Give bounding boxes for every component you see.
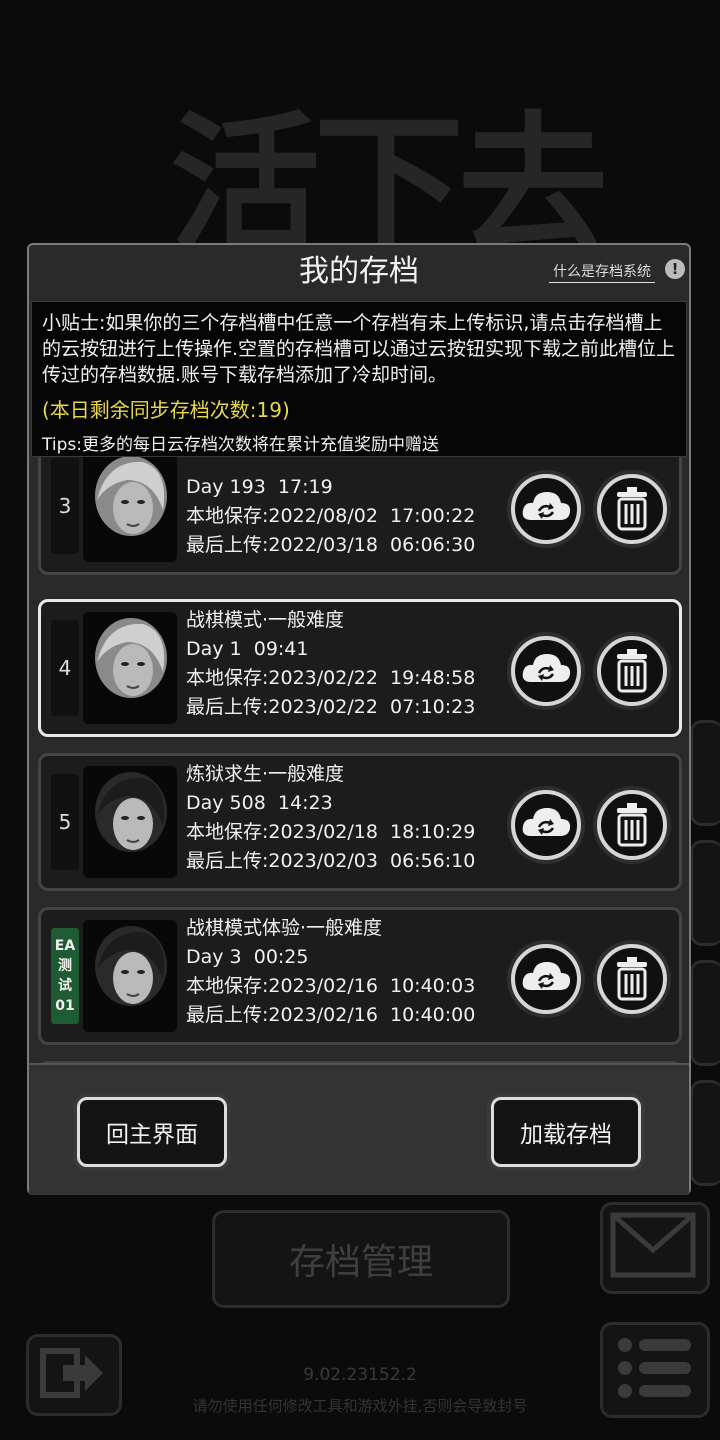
slot-last-upload: 最后上传:2023/02/22 07:10:23 [186, 696, 476, 718]
delete-button[interactable] [597, 944, 667, 1014]
help-link[interactable]: 什么是存档系统 [549, 261, 655, 283]
slot-mode: 战棋模式体验·一般难度 [186, 917, 383, 939]
slot-info: 战棋模式体验·一般难度 Day 3 00:25 本地保存:2023/02/16 10… [186, 914, 475, 1030]
game-title: 活下去 [170, 97, 608, 273]
slot-index: 5 [51, 774, 79, 870]
delete-button[interactable] [597, 474, 667, 544]
slot-local-save: 本地保存:2023/02/18 18:10:29 [186, 821, 476, 843]
load-save-button[interactable]: 加载存档 [491, 1097, 641, 1167]
slot-last-upload: 最后上传:2023/02/16 10:40:00 [186, 1004, 476, 1026]
side-button [690, 720, 720, 826]
tips-panel: 小贴士:如果你的三个存档槽中任意一个存档有未上传标识,请点击存档槽上的云按钮进行… [31, 301, 687, 457]
back-to-main-button[interactable]: 回主界面 [77, 1097, 227, 1167]
save-dialog: 我的存档 什么是存档系统 ! 小贴士:如果你的三个存档槽中任意一个存档有未上传标… [27, 243, 691, 1195]
character-portrait [83, 457, 177, 562]
mail-button [600, 1202, 710, 1294]
trash-icon [601, 957, 663, 1014]
cloud-sync-button[interactable] [511, 474, 581, 544]
trash-icon [601, 649, 663, 706]
trash-icon [601, 803, 663, 860]
slot-index: EA 测 试 01 [51, 928, 79, 1024]
slot-local-save: 本地保存:2023/02/22 19:48:58 [186, 667, 476, 689]
tips-more: Tips:更多的每日云存档次数将在累计充值奖励中赠送 [42, 435, 439, 455]
save-slot[interactable]: 5 炼狱求生·一般难度 Day 508 14:23 本地保存:2023/02/18 1… [38, 753, 682, 891]
slot-last-upload: 最后上传:2022/03/18 06:06:30 [186, 534, 476, 556]
character-portrait [83, 612, 177, 724]
side-button [690, 840, 720, 946]
slot-day: Day 193 17:19 [186, 476, 333, 498]
save-slot[interactable]: 3 Day 193 17:19 本地保存:2022/08/02 17:00:22 最后… [38, 457, 682, 575]
remaining-sync-count: (本日剩余同步存档次数:19) [42, 398, 290, 422]
side-button [690, 1080, 720, 1186]
mail-icon [610, 1212, 696, 1278]
dialog-footer: 回主界面 加载存档 [29, 1063, 689, 1195]
save-slot[interactable]: EA 测 试 01 战棋模式体验·一般难度 Day 3 00:25 本地保存:2023… [38, 907, 682, 1045]
save-manage-button: 存档管理 [212, 1210, 510, 1308]
slot-mode [186, 457, 475, 473]
cloud-sync-icon [515, 654, 577, 706]
slot-mode: 战棋模式·一般难度 [186, 609, 345, 631]
slot-day: Day 508 14:23 [186, 792, 333, 814]
delete-button[interactable] [597, 790, 667, 860]
tip-text: 小贴士:如果你的三个存档槽中任意一个存档有未上传标识,请点击存档槽上的云按钮进行… [42, 312, 676, 386]
cloud-sync-button[interactable] [511, 944, 581, 1014]
slot-index: 4 [51, 620, 79, 716]
trash-icon [601, 487, 663, 544]
slot-mode: 炼狱求生·一般难度 [186, 763, 345, 785]
side-button [690, 960, 720, 1066]
slot-local-save: 本地保存:2022/08/02 17:00:22 [186, 505, 476, 527]
save-slot[interactable]: 4 战棋模式·一般难度 Day 1 09:41 本地保存:2023/02/22 19:… [38, 599, 682, 737]
slot-day: Day 3 00:25 [186, 946, 309, 968]
character-portrait [83, 920, 177, 1032]
slot-last-upload: 最后上传:2023/02/03 06:56:10 [186, 850, 476, 872]
slot-info: Day 193 17:19 本地保存:2022/08/02 17:00:22 最后上… [186, 457, 475, 560]
cloud-sync-icon [515, 808, 577, 860]
delete-button[interactable] [597, 636, 667, 706]
cloud-sync-button[interactable] [511, 636, 581, 706]
save-slot-list[interactable]: 3 Day 193 17:19 本地保存:2022/08/02 17:00:22 最后… [35, 457, 685, 1063]
cloud-sync-button[interactable] [511, 790, 581, 860]
help-icon[interactable]: ! [665, 259, 685, 279]
slot-info: 战棋模式·一般难度 Day 1 09:41 本地保存:2023/02/22 19:4… [186, 606, 475, 722]
version-label: 9.02.23152.2 [303, 1365, 417, 1385]
cloud-sync-icon [515, 492, 577, 544]
anti-cheat-warning: 请勿使用任何修改工具和游戏外挂,否则会导致封号 [192, 1397, 528, 1415]
slot-local-save: 本地保存:2023/02/16 10:40:03 [186, 975, 476, 997]
slot-index: 3 [51, 458, 79, 554]
cloud-sync-icon [515, 962, 577, 1014]
slot-day: Day 1 09:41 [186, 638, 309, 660]
character-portrait [83, 766, 177, 878]
slot-info: 炼狱求生·一般难度 Day 508 14:23 本地保存:2023/02/18 18… [186, 760, 475, 876]
